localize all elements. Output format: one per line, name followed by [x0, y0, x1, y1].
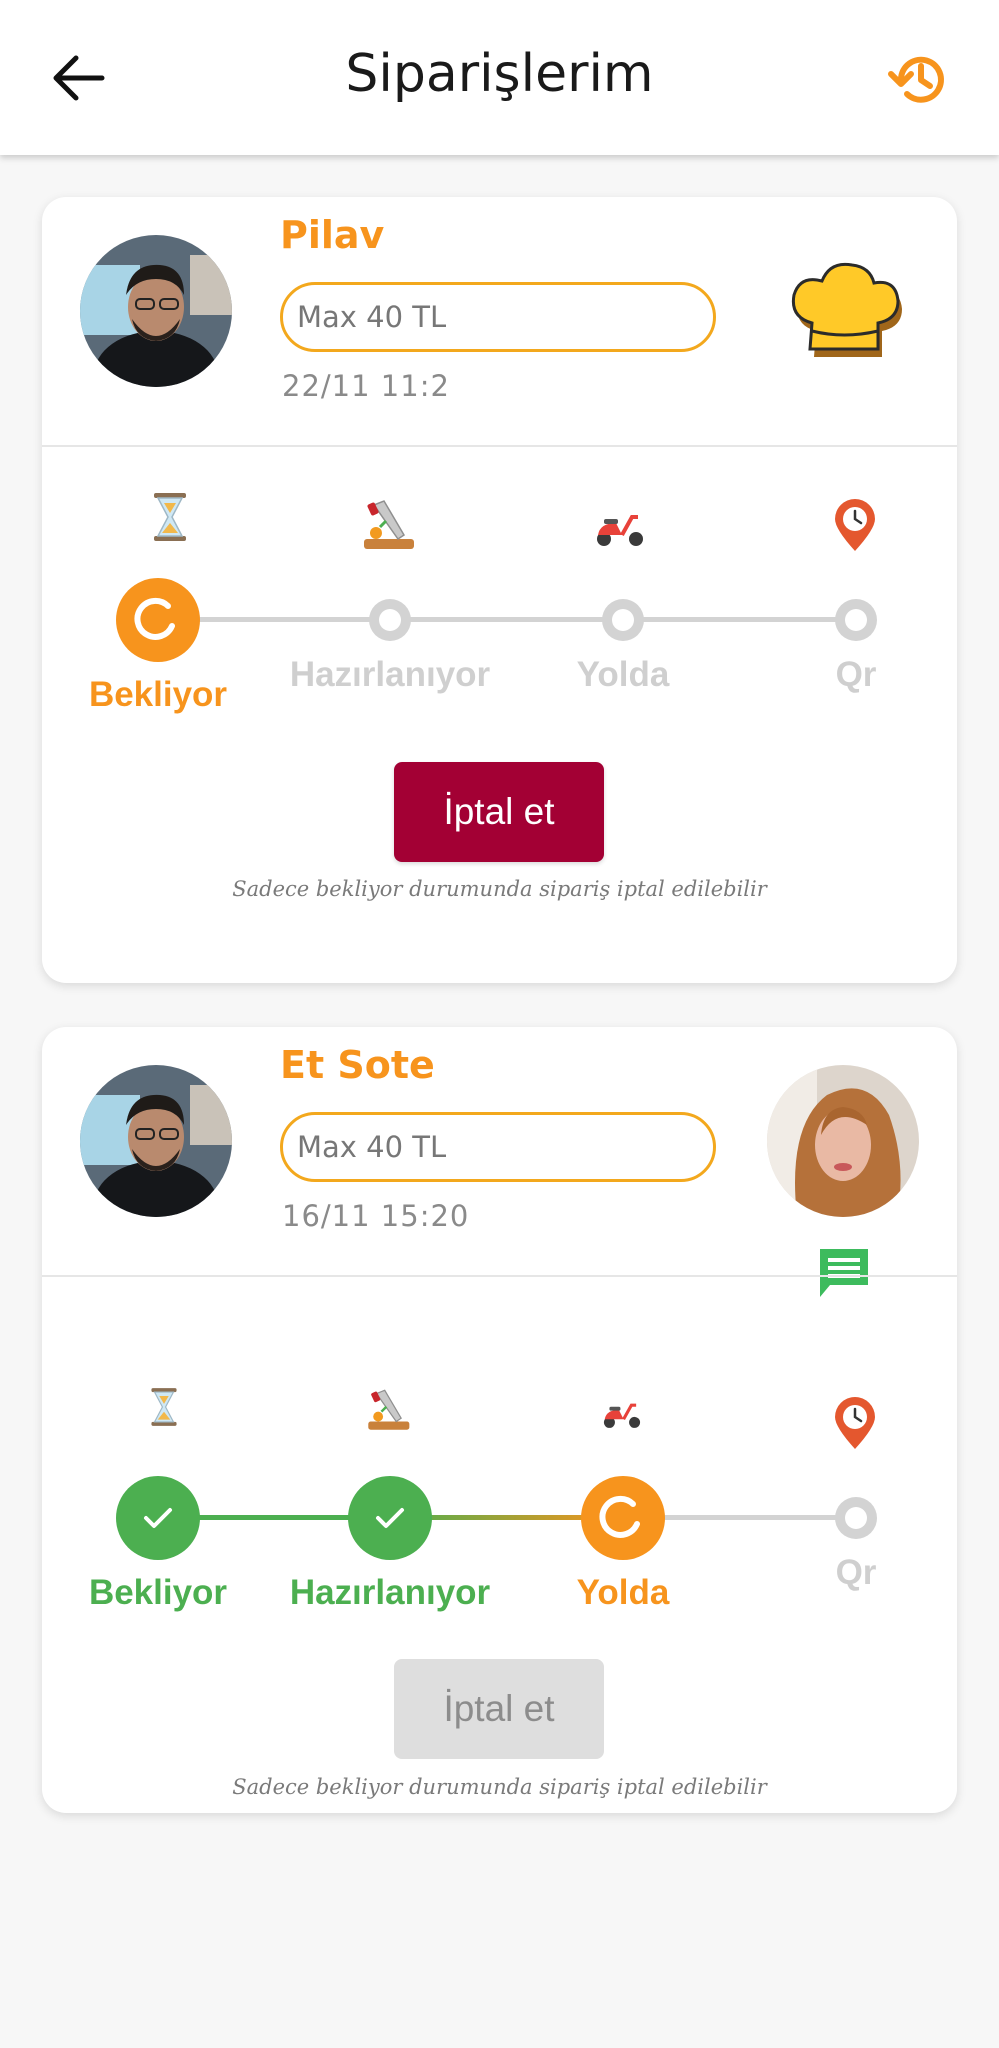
step-node-done: [116, 1476, 200, 1560]
step-node-pending: [835, 599, 877, 641]
step-label: Bekliyor: [88, 675, 228, 714]
step-node-pending: [835, 1497, 877, 1539]
order-date: 16/11 15:20: [282, 1199, 470, 1233]
customer-avatar: [80, 235, 232, 387]
scooter-icon: [597, 515, 643, 546]
step-label: Hazırlanıyor: [289, 655, 491, 694]
price-field: Max 40 TL: [280, 282, 716, 352]
step-label: Bekliyor: [88, 1573, 228, 1612]
order-card: Et Sote Max 40 TL 16/11 15:20 Bekliyor H…: [42, 1027, 957, 1813]
location-clock-icon: [835, 1397, 875, 1449]
page-title: Siparişlerim: [345, 44, 654, 104]
chat-icon[interactable]: [816, 1245, 872, 1301]
divider: [42, 445, 957, 447]
cancel-button[interactable]: İptal et: [394, 1659, 604, 1759]
divider: [42, 1275, 957, 1277]
location-clock-icon: [835, 499, 875, 551]
cutting-board-icon: [364, 500, 414, 549]
dish-name: Et Sote: [280, 1043, 435, 1087]
step-label: Yolda: [576, 655, 670, 694]
dish-name: Pilav: [280, 213, 385, 257]
cancel-button[interactable]: İptal et: [394, 762, 604, 862]
order-card: Pilav Max 40 TL 22/11 11:2 Bekliyor Hazı…: [42, 197, 957, 983]
cancel-note: Sadece bekliyor durumunda sipariş iptal …: [232, 877, 767, 901]
courier-avatar[interactable]: [767, 1065, 919, 1217]
price-field: Max 40 TL: [280, 1112, 716, 1182]
step-label: Qr: [835, 655, 877, 694]
step-node-pending: [369, 599, 411, 641]
step-node-active: [116, 578, 200, 662]
app-bar: Siparişlerim: [0, 0, 999, 155]
progress-track: [157, 617, 837, 622]
customer-avatar: [80, 1065, 232, 1217]
step-label: Yolda: [576, 1573, 670, 1612]
step-node-pending: [602, 599, 644, 641]
step-label: Hazırlanıyor: [289, 1573, 491, 1612]
history-icon[interactable]: [887, 48, 949, 110]
order-date: 22/11 11:2: [282, 369, 450, 403]
cutting-board-icon: [368, 1389, 410, 1430]
scooter-icon: [603, 1403, 641, 1428]
hourglass-icon: [151, 1388, 177, 1426]
chef-hat-icon: [791, 262, 902, 357]
step-node-done: [348, 1476, 432, 1560]
cancel-note: Sadece bekliyor durumunda sipariş iptal …: [232, 1775, 767, 1799]
hourglass-icon: [154, 493, 186, 541]
step-label: Qr: [835, 1553, 877, 1592]
step-node-active: [581, 1476, 665, 1560]
